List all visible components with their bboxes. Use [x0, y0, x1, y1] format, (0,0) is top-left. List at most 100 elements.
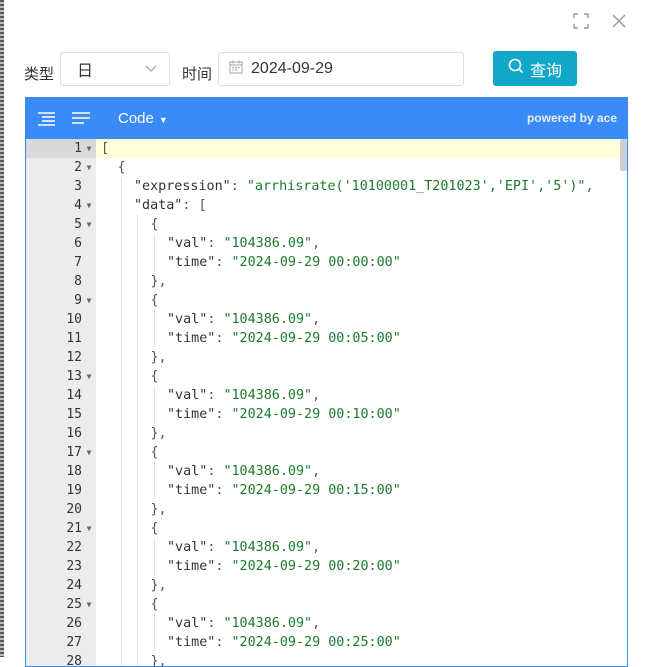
fold-arrow-icon[interactable]: ▼ — [82, 215, 96, 234]
type-select[interactable]: 日 — [60, 52, 171, 86]
code-line: "val": "104386.09", — [167, 310, 320, 329]
indent-guide — [120, 310, 122, 329]
code-line: { — [118, 158, 126, 177]
code-line: }, — [150, 652, 167, 667]
date-picker[interactable]: 2024-09-29 — [218, 52, 465, 86]
code-line: }, — [151, 500, 167, 519]
indent-guide — [120, 519, 122, 538]
indent-guide — [153, 614, 155, 633]
code-line: "val": "104386.09", — [167, 538, 320, 557]
line-number: 4 ▼ — [26, 196, 96, 215]
fold-arrow-icon[interactable]: ▼ — [82, 443, 96, 462]
key-token: "time" — [167, 559, 216, 574]
key-token: "data" — [134, 198, 183, 213]
fold-arrow-icon[interactable]: ▼ — [82, 158, 96, 177]
string-token: "2024-09-29 00:00:00" — [231, 255, 401, 270]
string-token: "2024-09-29 00:10:00" — [231, 407, 401, 422]
line-number-text: 27 — [66, 635, 82, 650]
indent-guide — [153, 481, 155, 500]
line-number: 24 — [26, 576, 96, 595]
indent-guide — [153, 253, 155, 272]
indent-guide — [120, 462, 122, 481]
code-line: { — [151, 291, 159, 310]
string-token: "2024-09-29 00:25:00" — [231, 635, 401, 650]
indent-guide — [137, 462, 138, 481]
code-line: }, — [151, 348, 167, 367]
code-line: }, — [151, 424, 167, 443]
punctuation-token: }, — [150, 350, 167, 365]
code-line: "time": "2024-09-29 00:10:00" — [167, 405, 401, 424]
punctuation-token: { — [150, 217, 159, 232]
line-number: 28 — [26, 652, 96, 667]
line-number: 13 ▼ — [26, 367, 96, 386]
indent-guide — [137, 557, 138, 576]
indent-guide — [153, 386, 155, 405]
key-token: "val" — [167, 540, 208, 555]
editor-body[interactable]: 1 ▼ 2 ▼ 3 4 ▼ 5 ▼ 6 7 8 9 ▼ 10 11 12 13 ▼ 14 15 16 17 ▼ 18 19 20 21… — [26, 139, 627, 666]
indent-guide — [120, 538, 122, 557]
indent-guide — [137, 386, 138, 405]
indent-guide — [137, 234, 138, 253]
key-token: "val" — [167, 616, 208, 631]
indent-guide — [120, 348, 122, 367]
punctuation-token: [ — [101, 141, 110, 156]
line-number-text: 28 — [66, 654, 82, 667]
indent-guide — [137, 500, 138, 519]
line-number: 18 — [26, 462, 96, 481]
vertical-scrollbar[interactable] — [620, 139, 627, 171]
calendar-icon — [229, 60, 243, 79]
search-icon — [508, 58, 524, 79]
line-number: 8 — [26, 272, 96, 291]
query-button[interactable]: 查询 — [493, 51, 577, 86]
fullscreen-icon[interactable] — [572, 12, 590, 30]
close-icon[interactable] — [610, 12, 628, 30]
indent-guide — [137, 538, 138, 557]
code-line: { — [151, 443, 159, 462]
fold-arrow-icon[interactable]: ▼ — [82, 196, 96, 215]
line-number: 25 ▼ — [26, 595, 96, 614]
punctuation-token: }, — [150, 654, 167, 667]
indent-guide — [120, 196, 122, 215]
line-number: 11 — [26, 329, 96, 348]
indent-guide — [137, 291, 138, 310]
line-number-text: 9 — [74, 293, 82, 308]
line-number: 16 — [26, 424, 96, 443]
line-number-text: 22 — [66, 540, 82, 555]
line-number-text: 2 — [74, 160, 82, 175]
powered-by-ace-link[interactable]: powered by ace — [527, 111, 617, 125]
string-token: "104386.09" — [223, 540, 313, 555]
indent-guide — [137, 443, 138, 462]
fold-arrow-icon[interactable]: ▼ — [82, 367, 96, 386]
dialog: 类型 日 时间 2024-09-29 查询 Code ▼ powered by … — [4, 0, 650, 667]
code-line: { — [151, 519, 159, 538]
indent-guide — [153, 633, 155, 652]
key-token: "time" — [167, 255, 216, 270]
punctuation-token: , — [312, 540, 321, 555]
key-token: "val" — [167, 236, 208, 251]
line-number-text: 16 — [66, 426, 82, 441]
fold-arrow-icon[interactable]: ▼ — [82, 595, 96, 614]
line-number: 1 ▼ — [26, 139, 96, 158]
line-number: 9 ▼ — [26, 291, 96, 310]
key-token: "time" — [167, 331, 216, 346]
fold-arrow-icon[interactable]: ▼ — [82, 139, 96, 158]
editor-toolbar: Code ▼ powered by ace — [26, 98, 627, 139]
mode-selector[interactable]: Code ▼ — [118, 110, 168, 127]
line-number-text: 15 — [66, 407, 82, 422]
code-area[interactable]: [{"expression": "arrhisrate('10100001_T2… — [96, 139, 627, 666]
line-number: 15 — [26, 405, 96, 424]
fold-arrow-icon[interactable]: ▼ — [82, 519, 96, 538]
indent-guide — [137, 652, 138, 666]
line-number-text: 8 — [74, 274, 82, 289]
indent-guide — [137, 272, 138, 291]
indent-guide — [137, 576, 138, 595]
line-number-text: 21 — [66, 521, 82, 536]
line-number-text: 19 — [66, 483, 82, 498]
punctuation-token: : — [207, 464, 224, 479]
fold-arrow-icon[interactable]: ▼ — [82, 291, 96, 310]
format-icon[interactable] — [36, 108, 58, 130]
compact-icon[interactable] — [70, 108, 92, 130]
string-token: "104386.09" — [223, 312, 313, 327]
code-line: "time": "2024-09-29 00:05:00" — [167, 329, 401, 348]
code-line: "data": [ — [134, 196, 207, 215]
